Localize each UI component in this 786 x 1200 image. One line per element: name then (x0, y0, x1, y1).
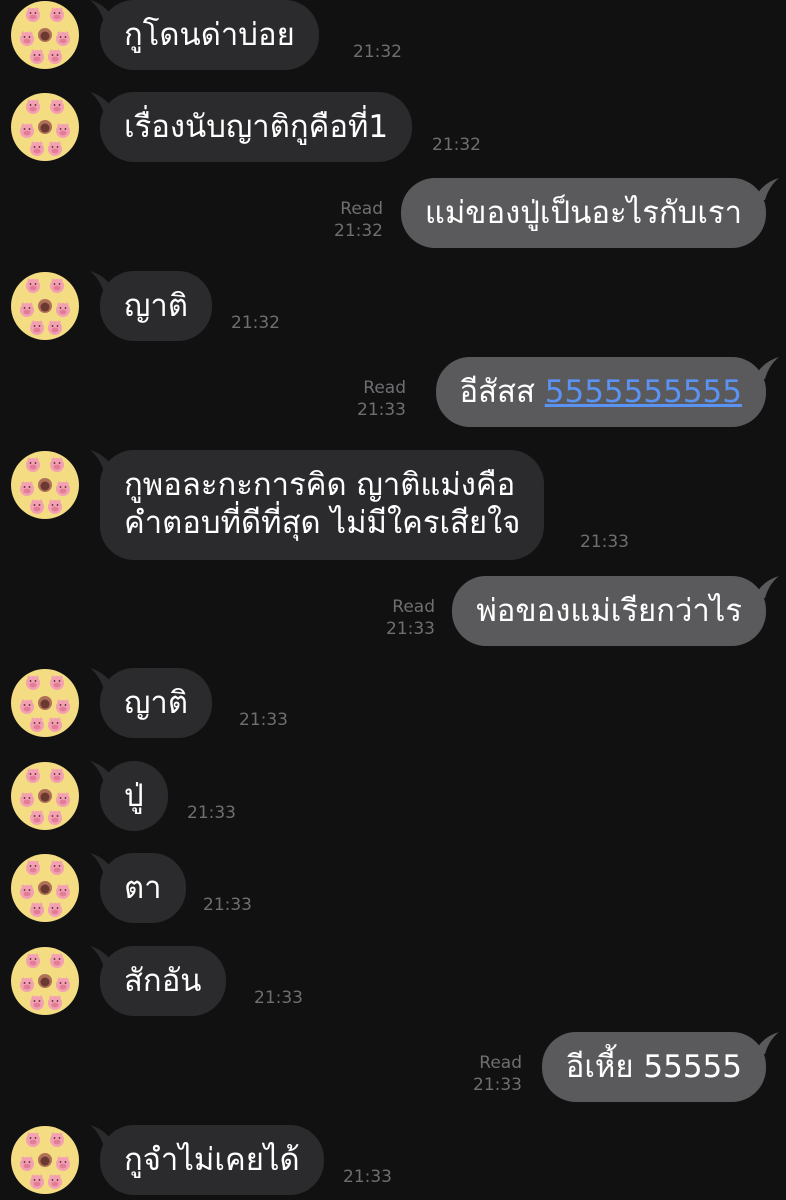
pig-sticker-avatar-icon[interactable] (11, 669, 79, 737)
message-time: 21:33 (386, 619, 435, 639)
pig-sticker-avatar-icon[interactable] (11, 854, 79, 922)
message-time: 21:33 (239, 710, 288, 730)
message-text: อีสัสส (459, 374, 535, 410)
phone-number-link[interactable]: 5555555555 (545, 374, 742, 410)
message-text: ญาติ (124, 288, 188, 324)
message-time: 21:33 (473, 1075, 522, 1095)
outgoing-message-bubble[interactable]: อีสัสส 5555555555 (435, 357, 766, 427)
incoming-message-bubble[interactable]: ญาติ (100, 271, 212, 341)
pig-sticker-avatar-icon[interactable] (11, 451, 79, 519)
pig-sticker-avatar-icon[interactable] (11, 947, 79, 1015)
incoming-message-bubble[interactable]: ญาติ (100, 668, 212, 738)
read-status: Read (363, 378, 406, 398)
outgoing-message-bubble[interactable]: พ่อของแม่เรียกว่าไร (452, 576, 766, 646)
bubble-tail (757, 357, 779, 379)
bubble-tail (757, 1032, 779, 1054)
message-text: กูโดนด่าบ่อย (124, 17, 295, 53)
message-time: 21:33 (357, 400, 406, 420)
message-time: 21:33 (343, 1167, 392, 1187)
message-time: 21:33 (580, 532, 629, 552)
message-text: อีเหี้ย 55555 (565, 1049, 742, 1085)
read-status: Read (392, 597, 435, 617)
message-text: พ่อของแม่เรียกว่าไร (476, 593, 742, 629)
pig-sticker-avatar-icon[interactable] (11, 93, 79, 161)
message-text: ญาติ (124, 685, 188, 721)
outgoing-message-bubble[interactable]: แม่ของปู่เป็นอะไรกับเรา (400, 178, 766, 248)
pig-sticker-avatar-icon[interactable] (11, 1126, 79, 1194)
message-text-line: คำตอบที่ดีที่สุด ไม่มีใครเสียใจ (124, 505, 521, 541)
incoming-message-bubble[interactable]: สักอัน (100, 946, 226, 1016)
pig-sticker-avatar-icon[interactable] (11, 762, 79, 830)
message-text: กูจำไม่เคยได้ (124, 1142, 300, 1178)
read-status: Read (340, 199, 383, 219)
message-time: 21:33 (187, 803, 236, 823)
message-time: 21:32 (353, 42, 402, 62)
message-text: สักอัน (124, 963, 202, 999)
incoming-message-bubble[interactable]: ตา (100, 853, 186, 923)
read-receipt: Read 21:33 (386, 596, 435, 640)
message-text: แม่ของปู่เป็นอะไรกับเรา (424, 195, 742, 231)
pig-sticker-avatar-icon[interactable] (11, 1, 79, 69)
bubble-tail (757, 178, 779, 200)
incoming-message-bubble[interactable]: เรื่องนับญาติกูคือที่1 (100, 92, 413, 162)
bubble-tail (757, 576, 779, 598)
message-time: 21:33 (203, 895, 252, 915)
message-time: 21:32 (334, 221, 383, 241)
pig-sticker-avatar-icon[interactable] (11, 272, 79, 340)
read-receipt: Read 21:33 (473, 1052, 522, 1096)
incoming-message-bubble[interactable]: กูพอละกะการคิด ญาติแม่งคือ คำตอบที่ดีที่… (100, 450, 545, 560)
message-time: 21:32 (432, 135, 481, 155)
read-receipt: Read 21:32 (334, 198, 383, 242)
message-time: 21:33 (254, 988, 303, 1008)
read-receipt: Read 21:33 (357, 377, 406, 421)
message-text: เรื่องนับญาติกูคือที่1 (124, 109, 389, 145)
outgoing-message-bubble[interactable]: อีเหี้ย 55555 (541, 1032, 766, 1102)
message-text-line: กูพอละกะการคิด ญาติแม่งคือ (124, 467, 516, 503)
message-text: ตา (124, 870, 162, 906)
read-status: Read (479, 1053, 522, 1073)
incoming-message-bubble[interactable]: กูจำไม่เคยได้ (100, 1125, 324, 1195)
message-text: ปู่ (124, 778, 144, 814)
incoming-message-bubble[interactable]: กูโดนด่าบ่อย (100, 0, 319, 70)
message-time: 21:32 (231, 313, 280, 333)
incoming-message-bubble[interactable]: ปู่ (100, 761, 168, 831)
